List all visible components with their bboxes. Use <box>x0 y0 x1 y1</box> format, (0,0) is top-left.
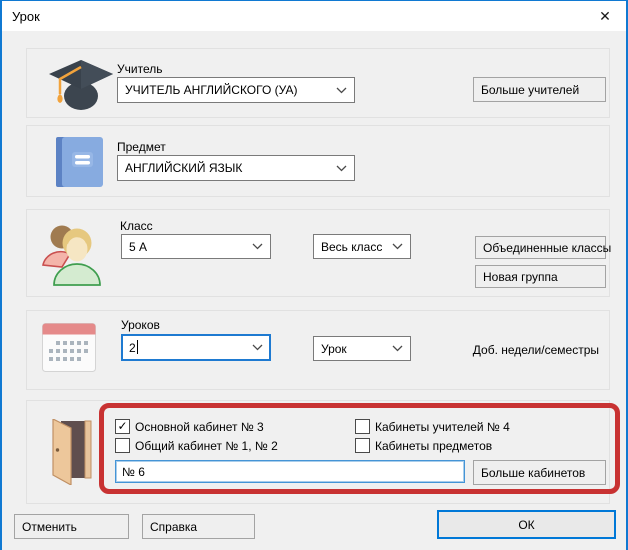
door-icon <box>45 419 93 485</box>
checkbox-label: Кабинеты предметов <box>375 439 492 453</box>
subject-select[interactable]: АНГЛИЙСКИЙ ЯЗЫК <box>117 155 355 181</box>
subject-select-value: АНГЛИЙСКИЙ ЯЗЫК <box>125 161 242 175</box>
class-label: Класс <box>120 219 153 233</box>
teacher-section: Учитель УЧИТЕЛЬ АНГЛИЙСКОГО (УА) Больше … <box>26 48 610 118</box>
subject-section: Предмет АНГЛИЙСКИЙ ЯЗЫК <box>26 125 610 197</box>
lessons-section: Уроков 2 Урок Доб. недели/семестры <box>26 310 610 390</box>
ok-button[interactable]: ОК <box>437 510 616 539</box>
chevron-down-icon <box>252 243 263 250</box>
room-number-input[interactable] <box>115 460 465 483</box>
chevron-down-icon <box>252 344 263 351</box>
subject-label: Предмет <box>117 140 166 154</box>
checkbox-main-classroom[interactable]: ✓ Основной кабинет № 3 <box>115 419 264 434</box>
window-title: Урок <box>12 9 40 24</box>
chevron-down-icon <box>336 87 347 94</box>
checkbox-label: Общий кабинет № 1, № 2 <box>135 439 278 453</box>
checkbox-box: ✓ <box>115 419 130 434</box>
lessons-count-label: Уроков <box>121 318 160 332</box>
lessons-count-input[interactable]: 2 <box>121 334 271 361</box>
checkbox-box <box>355 419 370 434</box>
teacher-select[interactable]: УЧИТЕЛЬ АНГЛИЙСКОГО (УА) <box>117 77 355 103</box>
text-caret <box>137 340 138 354</box>
checkbox-subject-classrooms[interactable]: Кабинеты предметов <box>355 438 492 453</box>
book-icon <box>51 134 107 190</box>
checkbox-box <box>355 438 370 453</box>
more-classrooms-button[interactable]: Больше кабинетов <box>473 460 606 485</box>
joined-classes-button[interactable]: Объединенные классы <box>475 236 606 259</box>
lesson-dialog-window: Урок ✕ Учитель УЧИТЕЛЬ АНГЛИЙСКОГО (УА) … <box>0 0 628 550</box>
chevron-down-icon <box>392 243 403 250</box>
class-section: Класс 5 А Весь класс Объединенные классы… <box>26 209 610 297</box>
checkbox-label: Основной кабинет № 3 <box>135 420 264 434</box>
weeks-semesters-link[interactable]: Доб. недели/семестры <box>473 343 599 357</box>
lesson-duration-select[interactable]: Урок <box>313 336 411 361</box>
class-scope-select[interactable]: Весь класс <box>313 234 411 259</box>
close-icon[interactable]: ✕ <box>592 5 618 27</box>
graduation-cap-icon <box>43 54 115 114</box>
lesson-duration-value: Урок <box>321 342 347 356</box>
new-group-button[interactable]: Новая группа <box>475 265 606 288</box>
checkbox-box <box>115 438 130 453</box>
class-select-value: 5 А <box>129 240 147 254</box>
chevron-down-icon <box>336 165 347 172</box>
lessons-count-value: 2 <box>129 340 138 355</box>
teacher-label: Учитель <box>117 62 162 76</box>
cancel-button[interactable]: Отменить <box>14 514 129 539</box>
class-scope-value: Весь класс <box>321 240 382 254</box>
class-select[interactable]: 5 А <box>121 234 271 259</box>
checkbox-teacher-classrooms[interactable]: Кабинеты учителей № 4 <box>355 419 510 434</box>
checkbox-label: Кабинеты учителей № 4 <box>375 420 510 434</box>
checkbox-shared-classroom[interactable]: Общий кабинет № 1, № 2 <box>115 438 278 453</box>
chevron-down-icon <box>392 345 403 352</box>
students-icon <box>39 222 105 286</box>
teacher-select-value: УЧИТЕЛЬ АНГЛИЙСКОГО (УА) <box>125 83 297 97</box>
help-button[interactable]: Справка <box>142 514 255 539</box>
titlebar: Урок ✕ <box>2 1 626 31</box>
more-teachers-button[interactable]: Больше учителей <box>473 77 606 102</box>
classrooms-section: ✓ Основной кабинет № 3 Общий кабинет № 1… <box>26 400 610 504</box>
calendar-icon <box>41 321 97 375</box>
